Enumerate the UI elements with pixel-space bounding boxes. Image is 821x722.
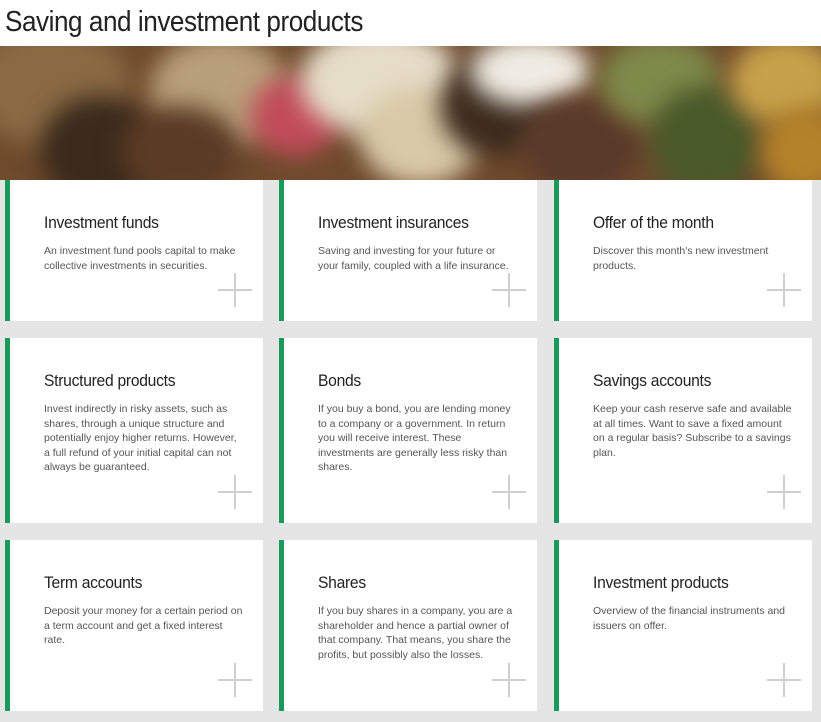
card-offer-of-the-month[interactable]: Offer of the month Discover this month's… (554, 180, 812, 321)
card-title: Bonds (318, 371, 361, 390)
card-investment-insurances[interactable]: Investment insurances Saving and investi… (279, 180, 537, 321)
card-title: Investment insurances (318, 213, 469, 232)
plus-icon[interactable] (218, 475, 252, 509)
card-savings-accounts[interactable]: Savings accounts Keep your cash reserve … (554, 338, 812, 523)
plus-icon[interactable] (767, 475, 801, 509)
page-title: Saving and investment products (5, 6, 363, 38)
card-structured-products[interactable]: Structured products Invest indirectly in… (5, 338, 263, 523)
plus-icon[interactable] (492, 273, 526, 307)
card-title: Shares (318, 573, 366, 592)
card-investment-funds[interactable]: Investment funds An investment fund pool… (5, 180, 263, 321)
plus-icon[interactable] (767, 273, 801, 307)
card-title: Term accounts (44, 573, 143, 592)
card-description: An investment fund pools capital to make… (44, 245, 236, 272)
card-shares[interactable]: Shares If you buy shares in a company, y… (279, 540, 537, 711)
card-term-accounts[interactable]: Term accounts Deposit your money for a c… (5, 540, 263, 711)
card-description: Invest indirectly in risky assets, such … (44, 403, 237, 474)
card-description: Saving and investing for your future or … (318, 245, 509, 272)
card-title: Investment products (593, 573, 729, 592)
plus-icon[interactable] (492, 475, 526, 509)
hero-banner-image (0, 46, 821, 180)
card-investment-products[interactable]: Investment products Overview of the fina… (554, 540, 812, 711)
card-description: Discover this month's new investment pro… (593, 245, 769, 272)
card-title: Investment funds (44, 213, 159, 232)
plus-icon[interactable] (767, 663, 801, 697)
card-description: If you buy shares in a company, you are … (318, 605, 513, 661)
card-description: Overview of the financial instruments an… (593, 605, 786, 632)
card-title: Structured products (44, 371, 176, 390)
card-description: Deposit your money for a certain period … (44, 605, 243, 647)
card-title: Offer of the month (593, 213, 714, 232)
card-bonds[interactable]: Bonds If you buy a bond, you are lending… (279, 338, 537, 523)
plus-icon[interactable] (492, 663, 526, 697)
card-description: Keep your cash reserve safe and availabl… (593, 403, 792, 459)
card-title: Savings accounts (593, 371, 712, 390)
plus-icon[interactable] (218, 273, 252, 307)
card-description: If you buy a bond, you are lending money… (318, 403, 511, 474)
plus-icon[interactable] (218, 663, 252, 697)
